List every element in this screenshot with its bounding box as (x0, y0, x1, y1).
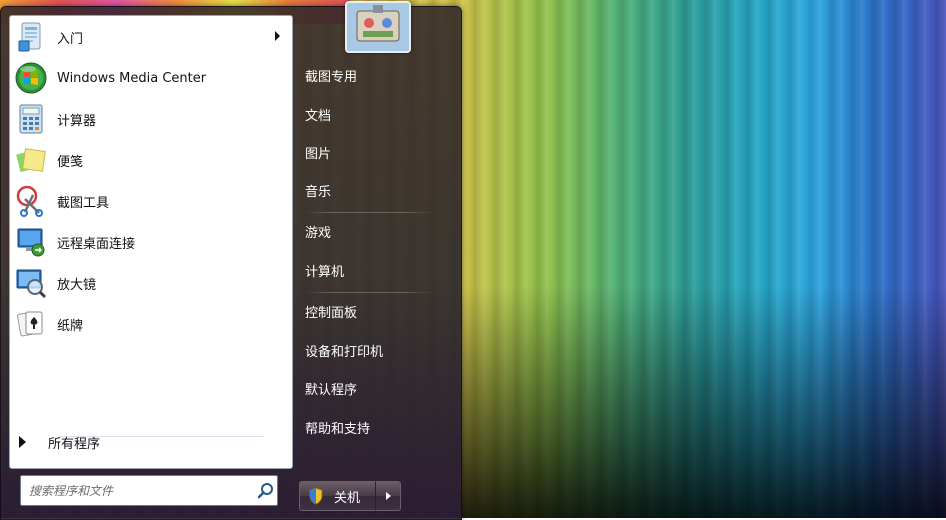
snipping-tool-icon (14, 184, 48, 218)
places-separator (305, 212, 433, 213)
places-item-pictures[interactable]: 图片 (299, 136, 445, 168)
program-label: 放大镜 (57, 277, 97, 293)
program-sticky-notes[interactable]: 便笺 (12, 141, 290, 179)
search-input[interactable] (27, 477, 255, 504)
program-label: 便笺 (57, 154, 84, 170)
places-item-documents[interactable]: 文档 (299, 98, 445, 130)
program-windows-media-center[interactable]: Windows Media Center (12, 59, 290, 97)
places-item-help-support[interactable]: 帮助和支持 (299, 411, 445, 443)
program-getting-started[interactable]: 入门 (12, 18, 290, 56)
program-label: 入门 (57, 31, 84, 47)
magnifier-icon (14, 266, 48, 300)
program-solitaire[interactable]: 纸牌 (12, 305, 290, 343)
programs-pane: 入门 Windows Media Center 计算器 便笺 截图工具 远程桌面… (9, 15, 293, 469)
places-item-devices-printers[interactable]: 设备和打印机 (299, 334, 445, 366)
places-item-games[interactable]: 游戏 (299, 215, 445, 247)
places-item-default-programs[interactable]: 默认程序 (299, 372, 445, 404)
expand-arrow-icon (19, 436, 26, 448)
places-item-music[interactable]: 音乐 (299, 174, 445, 206)
program-label: 截图工具 (57, 195, 110, 211)
calculator-icon (14, 102, 48, 136)
places-item-computer[interactable]: 计算机 (299, 254, 445, 286)
shutdown-button[interactable]: 关机 (299, 481, 377, 511)
remote-desktop-icon (14, 225, 48, 259)
program-snipping-tool[interactable]: 截图工具 (12, 182, 290, 220)
places-separator (305, 292, 433, 293)
shutdown-label: 关机 (334, 490, 361, 506)
windows-media-center-icon (14, 61, 48, 95)
submenu-arrow-icon[interactable] (275, 31, 280, 41)
search-icon[interactable] (257, 482, 275, 500)
program-label: Windows Media Center (57, 70, 207, 86)
all-programs-label: 所有程序 (48, 436, 101, 452)
search-box (20, 475, 278, 506)
program-magnifier[interactable]: 放大镜 (12, 264, 290, 302)
solitaire-icon (14, 307, 48, 341)
places-pane: 截图专用 文档 图片 音乐 游戏 计算机 控制面板 设备和打印机 默认程序 帮助… (299, 7, 459, 467)
program-label: 远程桌面连接 (57, 236, 136, 252)
chevron-right-icon (385, 492, 391, 500)
getting-started-icon (14, 20, 48, 54)
all-programs-button[interactable]: 所有程序 (9, 427, 291, 457)
start-menu: 入门 Windows Media Center 计算器 便笺 截图工具 远程桌面… (0, 1, 462, 520)
places-item-screenshots[interactable]: 截图专用 (299, 59, 445, 91)
program-label: 纸牌 (57, 318, 84, 334)
program-calculator[interactable]: 计算器 (12, 100, 290, 138)
program-remote-desktop[interactable]: 远程桌面连接 (12, 223, 290, 261)
sticky-notes-icon (14, 143, 48, 177)
places-item-control-panel[interactable]: 控制面板 (299, 295, 445, 327)
shutdown-options-button[interactable] (375, 481, 401, 511)
program-label: 计算器 (57, 113, 97, 129)
shield-icon (308, 487, 324, 505)
